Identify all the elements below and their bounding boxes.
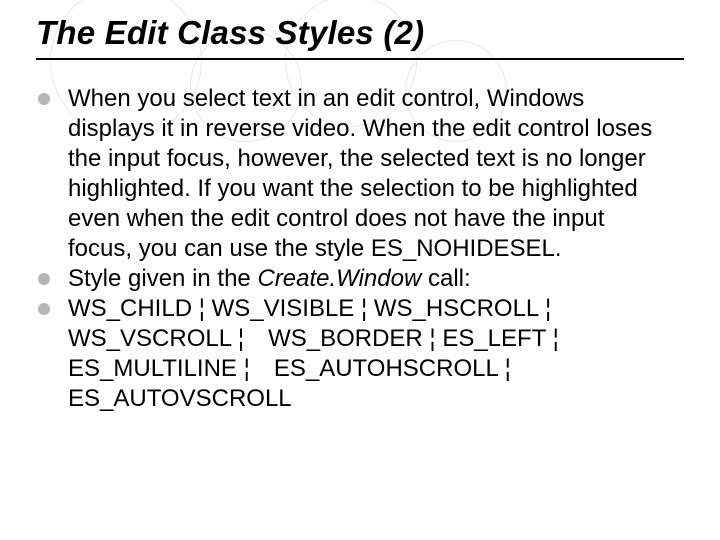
bullet-icon xyxy=(38,303,50,315)
slide-title: The Edit Class Styles (2) xyxy=(36,14,684,52)
slide-content: The Edit Class Styles (2) When you selec… xyxy=(0,0,720,414)
list-item: When you select text in an edit control,… xyxy=(38,84,666,264)
list-item: Style given in the Create.Window call: xyxy=(38,264,666,294)
bullet-icon xyxy=(38,273,50,285)
bullet-text-italic: Create.Window xyxy=(257,265,421,292)
bullet-text-prefix: Style given in the xyxy=(68,265,257,292)
title-rule xyxy=(36,58,684,60)
bullet-icon xyxy=(38,93,50,105)
bullet-text: When you select text in an edit control,… xyxy=(68,85,652,262)
bullet-list: When you select text in an edit control,… xyxy=(36,84,684,414)
bullet-text: WS_CHILD ¦ WS_VISIBLE ¦ WS_HSCROLL ¦ WS_… xyxy=(68,295,559,412)
list-item: WS_CHILD ¦ WS_VISIBLE ¦ WS_HSCROLL ¦ WS_… xyxy=(38,294,666,414)
bullet-text-suffix: call: xyxy=(421,265,470,292)
